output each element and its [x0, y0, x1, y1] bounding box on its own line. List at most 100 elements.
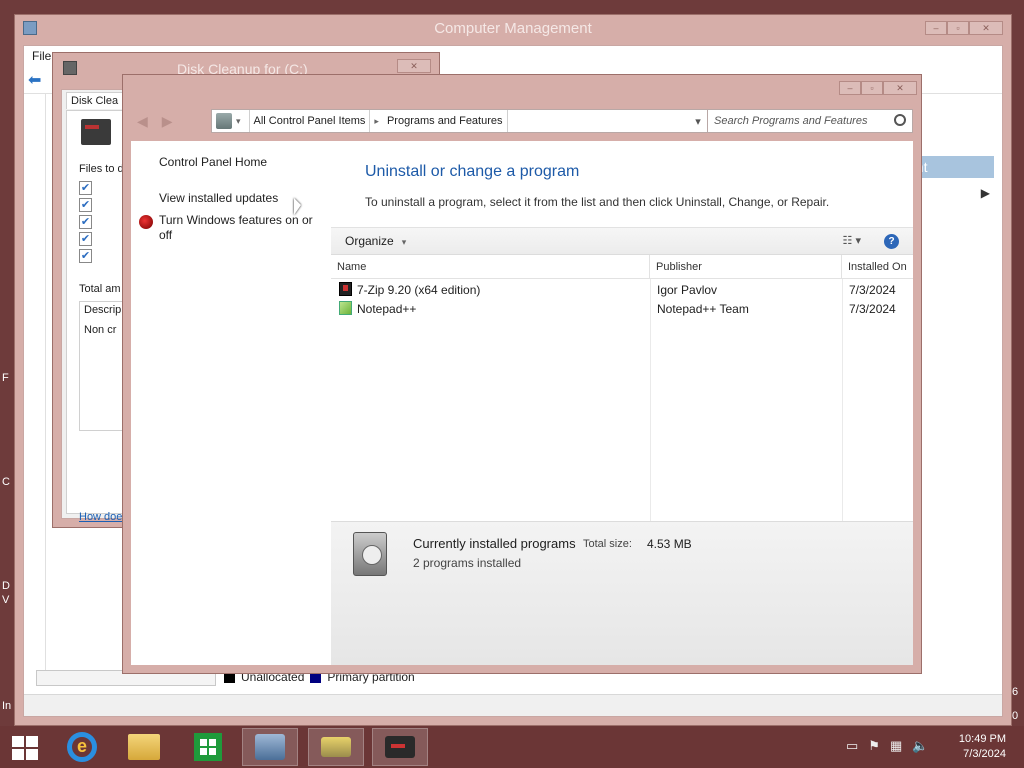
mouse-cursor-icon — [294, 198, 301, 215]
breadcrumb-all-control-panel-items[interactable]: All Control Panel Items — [250, 110, 371, 132]
maximize-button[interactable]: ▫ — [947, 21, 969, 35]
file-checkboxes: ✔ ✔ ✔ ✔ ✔ — [79, 181, 92, 263]
chevron-right-icon[interactable]: ▶ — [981, 186, 990, 200]
chevron-right-icon[interactable]: ▸ — [370, 116, 383, 127]
window-controls[interactable]: – ▫ ✕ — [839, 81, 917, 95]
taskbar-file-explorer[interactable] — [116, 728, 172, 766]
sidebar-link-view-installed-updates[interactable]: View installed updates — [159, 191, 278, 205]
clock-time: 10:49 PM — [958, 733, 1006, 745]
page-instructions: To uninstall a program, select it from t… — [365, 195, 830, 209]
programs-and-features-icon — [385, 736, 415, 758]
change-view-icon[interactable]: ☷ ▾ — [843, 234, 861, 247]
desktop-fragment: 6 — [1012, 686, 1019, 698]
table-row[interactable]: 7-Zip 9.20 (x64 edition) Igor Pavlov 7/3… — [331, 281, 913, 300]
maximize-button[interactable]: ▫ — [861, 81, 883, 95]
program-name: Notepad++ — [339, 300, 416, 319]
address-bar[interactable]: ▾ All Control Panel Items ▸ Programs and… — [211, 109, 727, 133]
breadcrumb-separator[interactable]: ▸ — [370, 110, 383, 132]
back-icon[interactable]: ◀ — [137, 113, 162, 129]
column-headers: Name Publisher Installed On — [331, 255, 913, 279]
taskbar-store[interactable] — [180, 728, 236, 766]
program-publisher: Igor Pavlov — [657, 283, 718, 297]
sidebar-link-windows-features[interactable]: Turn Windows features on or off — [159, 213, 319, 243]
search-input[interactable]: Search Programs and Features — [707, 109, 913, 133]
checkbox[interactable]: ✔ — [79, 181, 92, 195]
computer-management-icon — [23, 21, 37, 35]
desktop-fragment: V — [2, 594, 10, 606]
close-button[interactable]: ✕ — [969, 21, 1003, 35]
7zip-icon — [339, 282, 352, 296]
total-amount-label: Total am — [79, 283, 121, 295]
checkbox[interactable]: ✔ — [79, 215, 92, 229]
shield-icon — [139, 215, 153, 229]
back-arrow-icon[interactable]: ⬅ — [28, 70, 46, 89]
close-button[interactable]: ✕ — [883, 81, 917, 95]
column-header-publisher[interactable]: Publisher — [650, 255, 842, 279]
computer-management-icon — [255, 734, 285, 760]
description-label: Descrip — [84, 304, 122, 316]
column-header-installed-on[interactable]: Installed On — [842, 255, 922, 279]
minimize-button[interactable]: – — [839, 81, 861, 95]
checkbox[interactable]: ✔ — [79, 198, 92, 212]
column-header-name[interactable]: Name — [331, 255, 650, 279]
window-controls[interactable]: ✕ — [397, 59, 431, 73]
system-tray: ▭ ⚑ ▦ 🔈 — [846, 738, 928, 754]
window-title: Computer Management — [434, 20, 592, 37]
main-content: Uninstall or change a program To uninsta… — [331, 141, 913, 665]
how-does-link[interactable]: How doe — [79, 511, 122, 523]
taskbar-internet-explorer[interactable]: e — [54, 728, 110, 766]
files-to-delete-label: Files to d — [79, 163, 124, 175]
desktop-fragment: In — [2, 700, 12, 712]
control-panel-icon — [216, 113, 232, 129]
folder-icon — [128, 734, 160, 760]
command-bar: Organize ☷ ▾ ? — [331, 227, 913, 255]
program-name: 7-Zip 9.20 (x64 edition) — [339, 281, 480, 300]
internet-explorer-icon: e — [67, 732, 97, 762]
status-bar — [24, 694, 1002, 716]
network-icon[interactable]: ▦ — [890, 738, 902, 754]
clock[interactable]: 10:49 PM 7/3/2024 — [959, 732, 1006, 762]
taskbar-programs-and-features[interactable] — [372, 728, 428, 766]
checkbox[interactable]: ✔ — [79, 249, 92, 263]
chevron-down-icon[interactable]: ▾ — [232, 116, 245, 127]
address-root[interactable]: ▾ — [212, 110, 250, 132]
desktop-fragment: 0 — [1012, 710, 1019, 722]
nav-arrows[interactable]: ◀▶ — [137, 113, 187, 130]
total-size-value: 4.53 MB — [647, 537, 692, 551]
help-icon[interactable]: ? — [884, 234, 899, 249]
search-icon[interactable] — [894, 114, 906, 126]
tab-disk-cleanup[interactable]: Disk Clea — [66, 92, 124, 109]
programs-count: 2 programs installed — [413, 556, 522, 570]
minimize-button[interactable]: – — [925, 21, 947, 35]
taskbar-disk-cleanup[interactable] — [308, 728, 364, 766]
volume-muted-icon[interactable]: 🔈 — [912, 738, 928, 754]
details-title: Currently installed programs — [413, 536, 576, 551]
details-pane: Currently installed programs Total size:… — [331, 521, 913, 665]
sidebar: Control Panel Home View installed update… — [131, 141, 331, 665]
forward-icon[interactable]: ▶ — [162, 113, 187, 129]
window-controls[interactable]: – ▫ ✕ — [925, 21, 1003, 35]
console-tree[interactable] — [24, 94, 46, 676]
sidebar-link-control-panel-home[interactable]: Control Panel Home — [159, 155, 267, 169]
table-row[interactable]: Notepad++ Notepad++ Team 7/3/2024 — [331, 300, 913, 319]
desktop-fragment: D — [2, 580, 10, 592]
organize-button[interactable]: Organize — [345, 234, 406, 248]
notepadpp-icon — [339, 301, 352, 315]
programs-disc-icon — [353, 532, 387, 576]
disk-cleanup-icon — [321, 737, 351, 757]
window-body: Control Panel Home View installed update… — [131, 141, 913, 665]
program-installed-on: 7/3/2024 — [849, 302, 896, 316]
breadcrumb-programs-and-features[interactable]: Programs and Features — [383, 110, 508, 132]
desktop-fragment: C — [2, 476, 10, 488]
dropdown-icon[interactable]: ▾ — [695, 115, 701, 128]
flag-icon[interactable]: ⚑ — [868, 738, 880, 754]
show-hidden-icon[interactable]: ▭ — [846, 738, 858, 754]
program-publisher: Notepad++ Team — [657, 302, 749, 316]
start-button[interactable] — [12, 736, 38, 760]
checkbox[interactable]: ✔ — [79, 232, 92, 246]
program-installed-on: 7/3/2024 — [849, 283, 896, 297]
taskbar-computer-management[interactable] — [242, 728, 298, 766]
close-button[interactable]: ✕ — [397, 59, 431, 73]
programs-and-features-window[interactable]: – ▫ ✕ ◀▶ ▾ All Control Panel Items ▸ Progr… — [122, 74, 922, 674]
clock-date: 7/3/2024 — [963, 748, 1006, 760]
